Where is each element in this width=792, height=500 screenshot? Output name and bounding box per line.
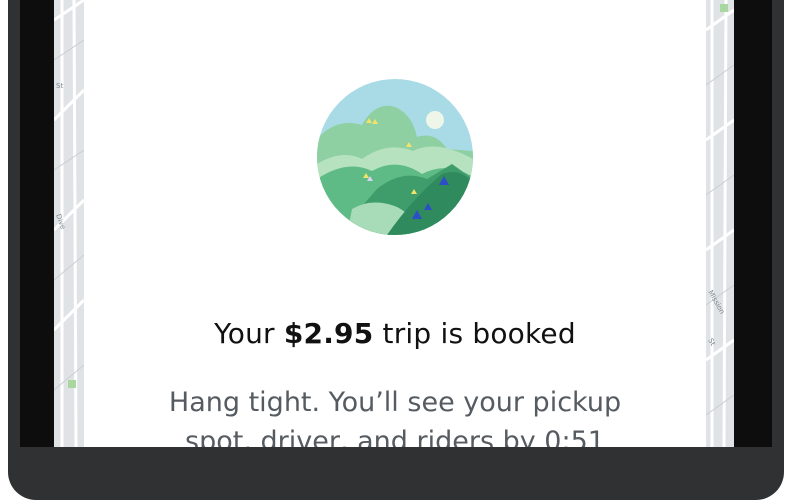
subtext-line: Hang tight. You’ll see your pickup [168, 387, 622, 418]
map-background-right: Mission St [706, 0, 734, 447]
map-streets-left: St Dive [54, 0, 84, 447]
booking-subtext: Hang tight. You’ll see your pickup spot,… [124, 383, 666, 447]
headline-prefix: Your [214, 317, 275, 350]
booking-confirmation-card: Your $2.95 trip is booked Hang tight. Yo… [84, 0, 706, 447]
booking-headline: Your $2.95 trip is booked [84, 317, 706, 350]
map-street-label: St [56, 82, 63, 90]
park-patch [68, 380, 76, 388]
map-background-left: St Dive [54, 0, 84, 447]
map-streets-right: Mission St [706, 0, 734, 447]
park-patch [720, 4, 728, 12]
map-street-label: St [706, 337, 717, 347]
headline-suffix: trip is booked [382, 317, 576, 350]
trip-price: $2.95 [283, 317, 374, 350]
mountain-landscape-icon [317, 79, 473, 235]
subtext-line: spot, driver, and riders by 0:51 [185, 426, 605, 447]
